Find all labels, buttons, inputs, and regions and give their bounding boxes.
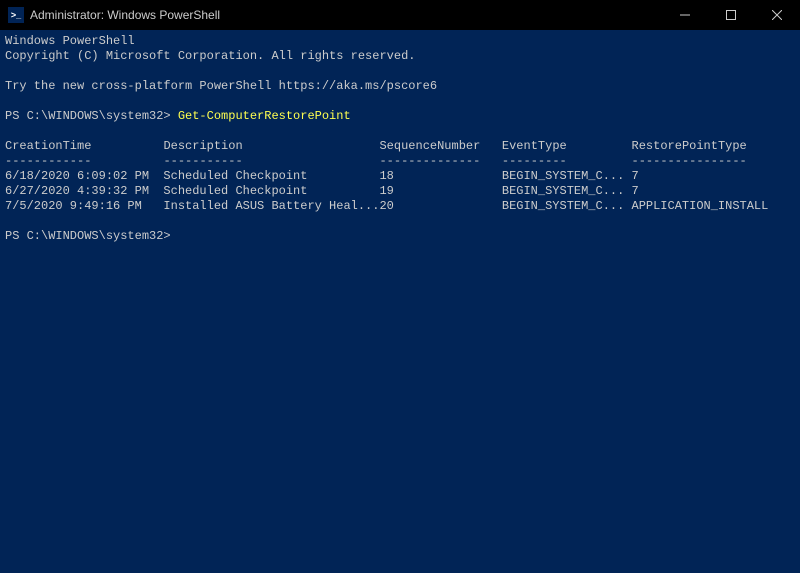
prompt-path: PS C:\WINDOWS\system32> bbox=[5, 229, 171, 243]
table-body: 6/18/2020 6:09:02 PM Scheduled Checkpoin… bbox=[5, 169, 768, 213]
powershell-icon-text: >_ bbox=[11, 10, 21, 20]
table-divider: ------------ ----------- -------------- … bbox=[5, 154, 747, 168]
minimize-button[interactable] bbox=[662, 0, 708, 30]
close-icon bbox=[772, 10, 782, 20]
col-header-restorepointtype: RestorePointType bbox=[632, 139, 747, 153]
col-header-sequencenumber: SequenceNumber bbox=[379, 139, 501, 153]
table-header: CreationTime Description SequenceNumber … bbox=[5, 139, 747, 153]
try-line: Try the new cross-platform PowerShell ht… bbox=[5, 79, 437, 93]
col-header-description: Description bbox=[163, 139, 379, 153]
minimize-icon bbox=[680, 10, 690, 20]
prompt-path: PS C:\WINDOWS\system32> bbox=[5, 109, 178, 123]
prompt-command: Get-ComputerRestorePoint bbox=[178, 109, 351, 123]
copyright-line: Copyright (C) Microsoft Corporation. All… bbox=[5, 49, 415, 63]
window-controls bbox=[662, 0, 800, 30]
powershell-icon: >_ bbox=[8, 7, 24, 23]
maximize-icon bbox=[726, 10, 736, 20]
window-title: Administrator: Windows PowerShell bbox=[30, 8, 662, 22]
header-line: Windows PowerShell bbox=[5, 34, 135, 48]
powershell-window: >_ Administrator: Windows PowerShell Win… bbox=[0, 0, 800, 573]
col-header-creationtime: CreationTime bbox=[5, 139, 163, 153]
titlebar[interactable]: >_ Administrator: Windows PowerShell bbox=[0, 0, 800, 30]
close-button[interactable] bbox=[754, 0, 800, 30]
maximize-button[interactable] bbox=[708, 0, 754, 30]
terminal-area[interactable]: Windows PowerShell Copyright (C) Microso… bbox=[0, 30, 800, 573]
col-header-eventtype: EventType bbox=[502, 139, 632, 153]
